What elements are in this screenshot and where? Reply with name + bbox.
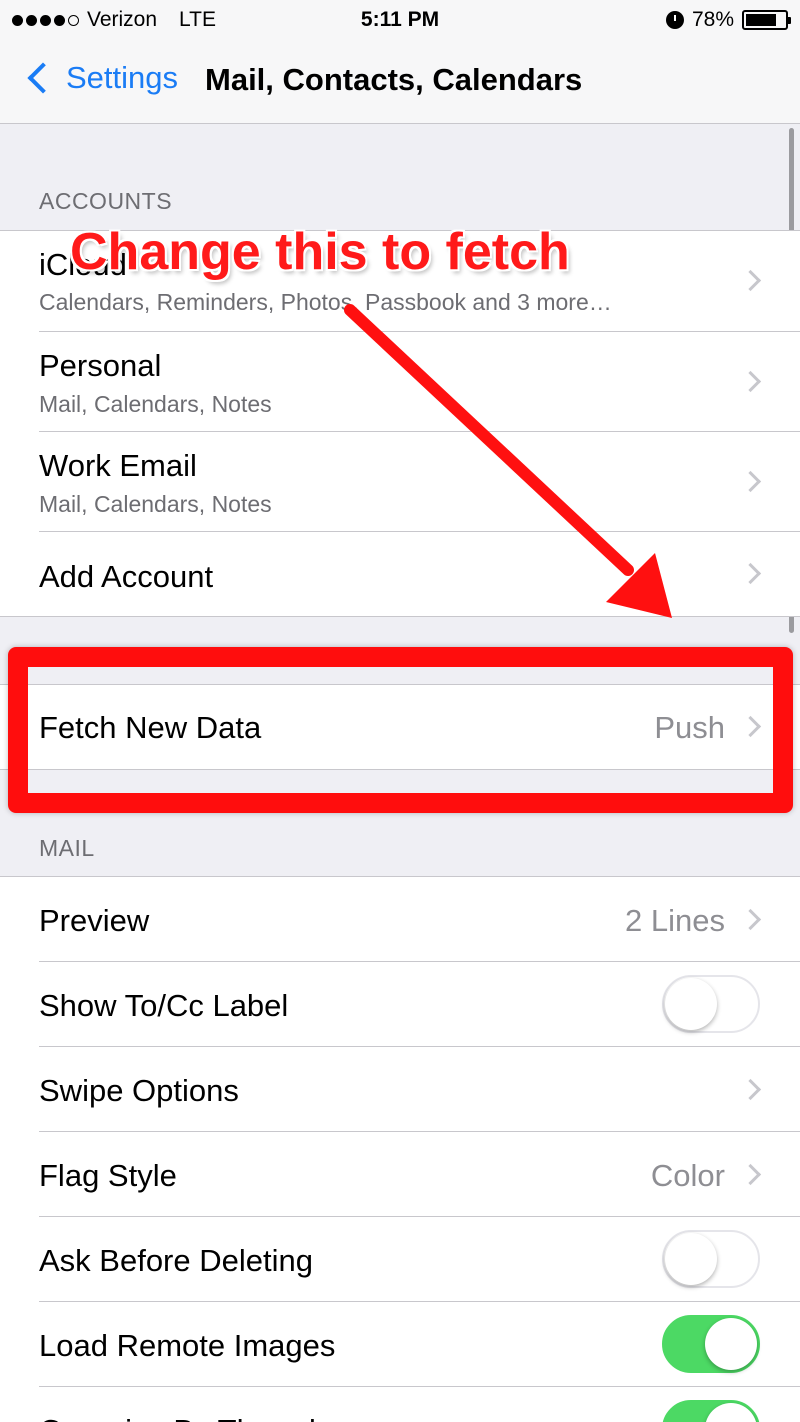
ask-before-deleting-toggle[interactable] (662, 1230, 760, 1288)
battery-percent: 78% (691, 8, 734, 31)
status-right: 78% (665, 8, 791, 32)
alarm-icon (665, 11, 684, 29)
account-row-personal[interactable]: Personal Mail, Calendars, Notes (0, 332, 800, 432)
organize-by-thread-row: Organize By Thread (0, 1387, 800, 1422)
flag-style-row[interactable]: Flag Style Color (0, 1132, 800, 1217)
back-chevron-icon (27, 62, 59, 94)
accounts-header: ACCOUNTS (39, 188, 173, 214)
page-title: Mail, Contacts, Calendars (205, 62, 583, 97)
row-title: Ask Before Deleting (39, 1243, 313, 1278)
battery-icon (742, 10, 791, 30)
row-subtitle: Mail, Calendars, Notes (39, 391, 272, 417)
chevron-right-icon (739, 908, 762, 931)
annotation-text: Change this to fetch (70, 223, 570, 281)
row-subtitle: Mail, Calendars, Notes (39, 491, 272, 517)
show-to-cc-toggle[interactable] (662, 975, 760, 1033)
row-title: Work Email (39, 448, 197, 483)
show-to-cc-label-row: Show To/Cc Label (0, 962, 800, 1047)
account-row-work-email[interactable]: Work Email Mail, Calendars, Notes (0, 432, 800, 532)
swipe-options-row[interactable]: Swipe Options (0, 1047, 800, 1132)
row-value: Push (654, 710, 725, 745)
row-value: Color (650, 1158, 725, 1193)
mail-group: Preview 2 Lines Show To/Cc Label Swipe O… (0, 876, 800, 1422)
row-title: Organize By Thread (39, 1413, 316, 1422)
chevron-right-icon (739, 269, 762, 292)
ask-before-deleting-row: Ask Before Deleting (0, 1217, 800, 1302)
chevron-right-icon (739, 470, 762, 493)
status-bar: Verizon LTE 5:11 PM 78% (0, 0, 800, 40)
add-account-row[interactable]: Add Account (0, 532, 800, 616)
load-remote-images-toggle[interactable] (662, 1315, 760, 1373)
row-title: Flag Style (39, 1158, 177, 1193)
chevron-right-icon (739, 1078, 762, 1101)
chevron-right-icon (739, 715, 762, 738)
row-subtitle: Calendars, Reminders, Photos, Passbook a… (39, 289, 612, 315)
fetch-group: Fetch New Data Push (0, 684, 800, 770)
back-label: Settings (66, 60, 179, 95)
organize-by-thread-toggle[interactable] (662, 1400, 760, 1422)
row-title: Preview (39, 903, 150, 938)
row-title: Load Remote Images (39, 1328, 336, 1363)
fetch-new-data-row[interactable]: Fetch New Data Push (0, 685, 800, 769)
row-title: Swipe Options (39, 1073, 239, 1108)
row-title: Add Account (39, 559, 214, 594)
chevron-right-icon (739, 1163, 762, 1186)
preview-row[interactable]: Preview 2 Lines (0, 877, 800, 962)
battery-fill (746, 14, 776, 26)
navigation-bar: Settings Mail, Contacts, Calendars (0, 40, 800, 124)
row-value: 2 Lines (625, 903, 725, 938)
back-button[interactable]: Settings (22, 60, 178, 96)
row-title: Personal (39, 348, 162, 383)
accounts-group: iCloud Calendars, Reminders, Photos, Pas… (0, 230, 800, 617)
mail-header: MAIL (39, 835, 95, 861)
row-title: Fetch New Data (39, 710, 262, 745)
row-title: Show To/Cc Label (39, 988, 289, 1023)
load-remote-images-row: Load Remote Images (0, 1302, 800, 1387)
chevron-right-icon (739, 562, 762, 585)
chevron-right-icon (739, 370, 762, 393)
